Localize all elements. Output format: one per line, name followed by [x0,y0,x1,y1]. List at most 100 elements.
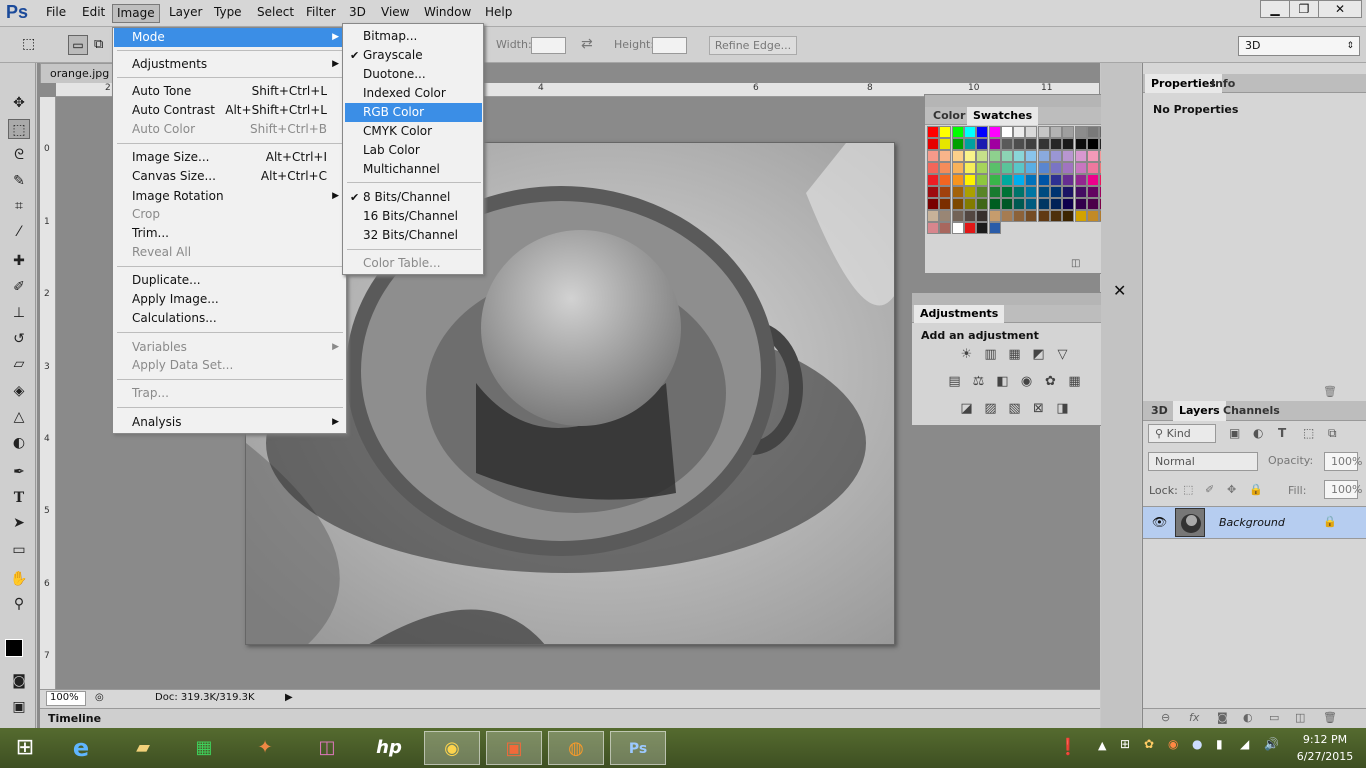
firefox-icon[interactable]: ◍ [548,731,604,765]
foreground-color-swatch[interactable] [5,639,23,657]
color-swatch[interactable] [988,162,1001,174]
color-swatch[interactable] [939,198,952,210]
fx-icon[interactable]: fx [1189,711,1199,724]
paint-bucket-icon[interactable]: ◈ [8,381,30,401]
color-swatch[interactable] [927,210,939,222]
height-field[interactable] [652,37,687,54]
color-swatch[interactable] [1086,210,1099,222]
delete-layer-icon[interactable]: 🗑 [1323,711,1337,724]
color-swatch[interactable] [927,198,939,210]
crop-tool-icon[interactable]: ⌗ [8,196,30,216]
color-swatch[interactable] [976,222,989,234]
zoom-level-field[interactable]: 100% [46,691,86,706]
color-swatch[interactable] [1013,186,1026,198]
color-swatch[interactable] [1013,126,1026,138]
mode-item-grayscale[interactable]: ✔ Grayscale [345,46,482,65]
marquee-tool-icon[interactable]: ⬚ [8,119,30,139]
link-layers-icon[interactable]: ⊖ [1161,711,1170,724]
color-swatch[interactable] [1050,162,1062,174]
document-tab[interactable]: orange.jpg [40,63,116,83]
new-selection-icon[interactable]: ▭ [68,35,88,55]
mode-item-multichannel[interactable]: Multichannel [345,160,482,179]
color-swatch[interactable] [951,126,964,138]
menu-type[interactable]: Type [214,5,242,19]
menu-item-apply-data-set[interactable]: Apply Data Set... [114,356,345,375]
menu-item-auto-tone[interactable]: Auto Tone Shift+Ctrl+L [114,82,345,101]
minimize-button[interactable]: ▁ [1260,0,1290,18]
color-swatch[interactable] [1086,126,1099,138]
photoshop-taskbar-icon[interactable]: Ps [610,731,666,765]
color-swatch[interactable] [927,150,939,162]
color-swatch[interactable] [988,138,1001,150]
color-swatch[interactable] [963,126,976,138]
tray-expand-icon[interactable]: ▲ [1098,739,1106,752]
curves-icon[interactable]: ▦ [1006,346,1023,363]
color-swatch[interactable] [951,174,964,186]
mode-item-indexed-color[interactable]: Indexed Color [345,84,482,103]
color-swatch[interactable] [1062,186,1075,198]
color-swatch[interactable] [1000,186,1013,198]
color-swatch[interactable] [1000,162,1013,174]
color-swatch[interactable] [1086,198,1099,210]
color-swatch[interactable] [1000,198,1013,210]
color-swatch[interactable] [963,138,976,150]
color-swatch[interactable] [1013,210,1026,222]
color-swatch[interactable] [988,150,1001,162]
brush-tool-icon[interactable]: ✐ [8,277,30,297]
filter-pixel-icon[interactable]: ▣ [1229,426,1240,440]
tools-icon[interactable]: ✕ [1113,281,1126,300]
color-swatch[interactable] [951,150,964,162]
color-swatch[interactable] [1062,174,1075,186]
color-swatch[interactable] [927,126,939,138]
color-swatch[interactable] [1000,210,1013,222]
color-swatch[interactable] [976,210,989,222]
fill-field[interactable]: 100% [1324,480,1362,499]
network-icon[interactable]: ◢ [1240,737,1249,751]
color-swatch[interactable] [1025,174,1038,186]
color-swatch[interactable] [988,210,1001,222]
tab-adjustments[interactable]: Adjustments [914,305,1005,323]
opacity-field[interactable]: 100% [1324,452,1362,471]
chrome-icon[interactable]: ◉ [424,731,480,765]
path-select-icon[interactable]: ➤ [8,513,30,533]
new-swatch-icon[interactable]: ◫ [1071,258,1080,269]
color-swatch[interactable] [927,222,939,234]
invert-icon[interactable]: ◪ [958,400,975,417]
color-swatch[interactable] [1050,126,1062,138]
color-swatch[interactable] [1013,198,1026,210]
powerpoint-icon[interactable]: ▣ [486,731,542,765]
color-lookup-icon[interactable]: ▦ [1066,373,1083,390]
color-swatch[interactable] [939,186,952,198]
add-selection-icon[interactable]: ⧉ [94,37,103,52]
lock-transparent-icon[interactable]: ⬚ [1183,483,1193,496]
healing-brush-icon[interactable]: ✚ [8,251,30,271]
marquee-tool-icon[interactable]: ⬚ [22,36,35,52]
color-swatch[interactable] [1025,138,1038,150]
tray-icon[interactable]: ⊞ [1120,737,1130,751]
menu-item-mode[interactable]: Mode ▶ [114,28,345,47]
hand-tool-icon[interactable]: ✋ [8,569,30,589]
lasso-tool-icon[interactable]: ᘓ [8,145,30,165]
mode-item-duotone[interactable]: Duotone... [345,65,482,84]
exposure-icon[interactable]: ◩ [1030,346,1047,363]
new-group-icon[interactable]: ▭ [1269,711,1279,724]
color-swatch[interactable] [963,210,976,222]
color-swatch[interactable] [939,174,952,186]
color-swatch[interactable] [1086,174,1099,186]
color-swatch[interactable] [927,174,939,186]
color-swatch[interactable] [1086,138,1099,150]
battery-icon[interactable]: ▮ [1216,737,1223,751]
color-swatch[interactable] [1062,150,1075,162]
layer-kind-filter[interactable]: ⚲ Kind [1148,424,1216,443]
brightness-icon[interactable]: ☀ [958,346,975,363]
color-swatch[interactable] [1074,198,1087,210]
tray-icon[interactable]: ◉ [1168,737,1178,751]
tab-color[interactable]: Color [927,107,971,125]
swap-icon[interactable]: ⇄ [581,36,593,52]
menu-item-crop[interactable]: Crop [114,205,345,224]
layer-name[interactable]: Background [1219,516,1285,529]
black-white-icon[interactable]: ◧ [994,373,1011,390]
color-swatch[interactable] [939,126,952,138]
color-swatch[interactable] [963,222,976,234]
visibility-eye-icon[interactable]: 👁 [1152,515,1167,529]
